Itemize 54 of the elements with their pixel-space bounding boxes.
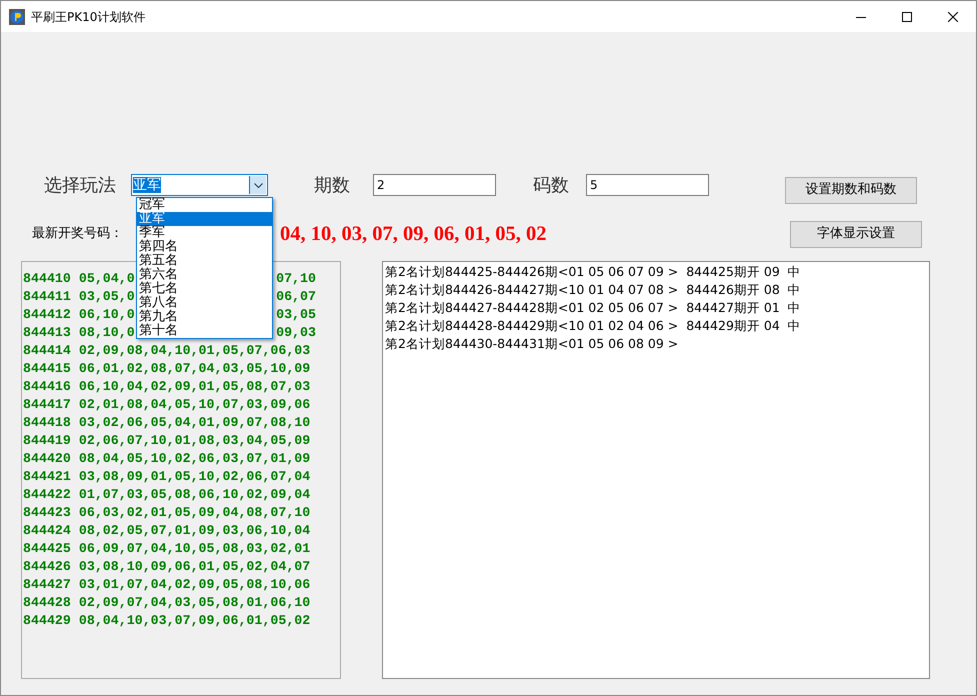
history-row-text: 844425 06,09,07,04,10,05,08,03,02,01 [23, 540, 312, 558]
history-row-text: 844428 02,09,07,04,03,05,08,01,06,10 [23, 594, 312, 612]
plan-row-text: 第2名计划844427-844428期<01 02 05 06 07 > 844427期开 01 中 [385, 299, 802, 317]
plan-row-text: 第2名计划844426-844427期<10 01 04 07 08 > 844426期开 08 中 [385, 281, 802, 299]
history-row-text: 844426 03,08,10,09,06,01,05,02,04,07 [23, 558, 312, 576]
dropdown-option[interactable]: 第五名 [137, 254, 272, 268]
history-row-text: 844429 08,04,10,03,07,09,06,01,05,02 [23, 612, 312, 630]
code-count-label: 码数 [533, 174, 569, 198]
dropdown-option[interactable]: 冠军 [137, 198, 272, 212]
history-row: 844413 08,10,0 [23, 324, 135, 342]
history-row-text: 844423 06,03,02,01,05,09,04,08,07,10 [23, 504, 312, 522]
history-row: 844410 05,04,0 [23, 270, 135, 288]
history-row-text: 844424 08,02,05,07,01,09,03,06,10,04 [23, 522, 312, 540]
dropdown-option[interactable]: 第十名 [137, 324, 272, 338]
font-settings-button[interactable]: 字体显示设置 [790, 220, 922, 248]
history-row-text: 844422 01,07,03,05,08,06,10,02,09,04 [23, 486, 312, 504]
app-icon [9, 8, 25, 24]
set-period-code-button[interactable]: 设置期数和码数 [785, 176, 917, 204]
plan-row-text: 第2名计划844428-844429期<10 01 02 04 06 > 844429期开 04 中 [385, 317, 802, 335]
history-row-text: 844414 02,09,08,04,10,01,05,07,06,03 [23, 342, 312, 360]
history-row: 03,05 [276, 306, 316, 324]
dropdown-option[interactable]: 第四名 [137, 240, 272, 254]
history-row: 07,10 [276, 270, 316, 288]
play-mode-label: 选择玩法 [44, 174, 116, 198]
history-row-text: 844415 06,01,02,08,07,04,03,05,10,09 [23, 360, 312, 378]
dropdown-option[interactable]: 第七名 [137, 282, 272, 296]
period-label: 期数 [314, 174, 350, 198]
dropdown-option[interactable]: 第八名 [137, 296, 272, 310]
chevron-down-icon [254, 182, 262, 188]
dropdown-option[interactable]: 亚军 [137, 212, 272, 226]
maximize-icon [902, 12, 912, 22]
history-row: 844411 03,05,0 [23, 288, 135, 306]
close-icon [948, 12, 958, 22]
dropdown-option[interactable]: 季军 [137, 226, 272, 240]
history-row-text: 844421 03,08,09,01,05,10,02,06,07,04 [23, 468, 312, 486]
history-row-text: 844418 03,02,06,05,04,01,09,07,08,10 [23, 414, 312, 432]
latest-numbers: 04, 10, 03, 07, 09, 06, 01, 05, 02 [280, 222, 546, 247]
play-mode-dropdown[interactable]: 亚军 [131, 174, 268, 196]
code-count-field[interactable]: 5 [586, 174, 709, 196]
latest-numbers-label: 最新开奖号码： [32, 225, 123, 244]
history-row: 844412 06,10,0 [23, 306, 135, 324]
history-row-text: 844416 06,10,04,02,09,01,05,08,07,03 [23, 378, 312, 396]
dropdown-option[interactable]: 第六名 [137, 268, 272, 282]
period-field[interactable]: 2 [373, 174, 496, 196]
history-row-text: 844419 02,06,07,10,01,08,03,04,05,09 [23, 432, 312, 450]
window-title: 平刷王PK10计划软件 [31, 8, 146, 26]
history-row-text: 844417 02,01,08,04,05,10,07,03,09,06 [23, 396, 312, 414]
dropdown-option[interactable]: 第九名 [137, 310, 272, 324]
history-row-text: 844420 08,04,05,10,02,06,03,07,01,09 [23, 450, 312, 468]
history-row: 06,07 [276, 288, 316, 306]
plan-row-text: 第2名计划844425-844426期<01 05 06 07 09 > 844425期开 09 中 [385, 263, 802, 281]
plan-row-text: 第2名计划844430-844431期<01 05 06 08 09 > [385, 335, 680, 353]
history-row: 09,03 [276, 324, 316, 342]
history-row-text: 844427 03,01,07,04,02,09,05,08,10,06 [23, 576, 312, 594]
